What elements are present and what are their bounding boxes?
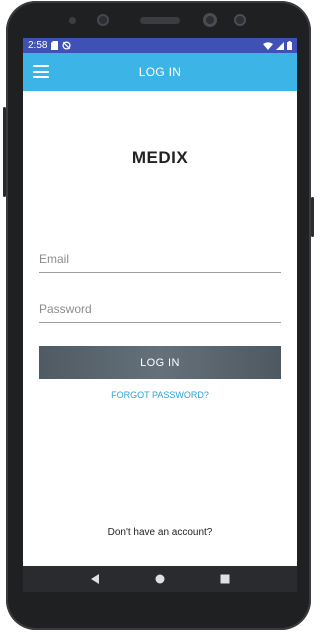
wifi-icon [263,41,273,50]
front-camera-secondary [203,13,217,27]
back-triangle-icon[interactable] [85,569,105,589]
screen: 2:58 LOG IN MEDIX Email LOG IN FORGOT PA… [23,38,297,592]
sync-off-icon [62,41,72,50]
app-bar-title: LOG IN [138,65,182,79]
navigation-bar [23,566,297,592]
recents-square-icon[interactable] [215,569,235,589]
forgot-password-link[interactable]: FORGOT PASSWORD? [23,390,297,400]
status-time: 2:58 [28,40,48,51]
home-circle-icon[interactable] [150,569,170,589]
hamburger-menu-icon[interactable] [33,65,49,78]
power-button [311,197,314,237]
login-button[interactable]: LOG IN [39,346,281,379]
light-sensor [234,14,246,26]
earpiece-speaker [140,17,180,24]
status-bar: 2:58 [23,38,297,53]
email-field[interactable] [39,246,281,273]
proximity-sensor [69,17,76,24]
password-field[interactable] [39,296,281,323]
signal-icon [276,41,284,50]
front-camera [97,14,109,26]
battery-icon [287,41,292,50]
app-bar: LOG IN [23,53,297,91]
signup-link[interactable]: Don't have an account? [23,527,297,538]
volume-button [3,107,6,197]
sd-card-icon [51,41,59,50]
brand-title: MEDIX [131,148,189,167]
